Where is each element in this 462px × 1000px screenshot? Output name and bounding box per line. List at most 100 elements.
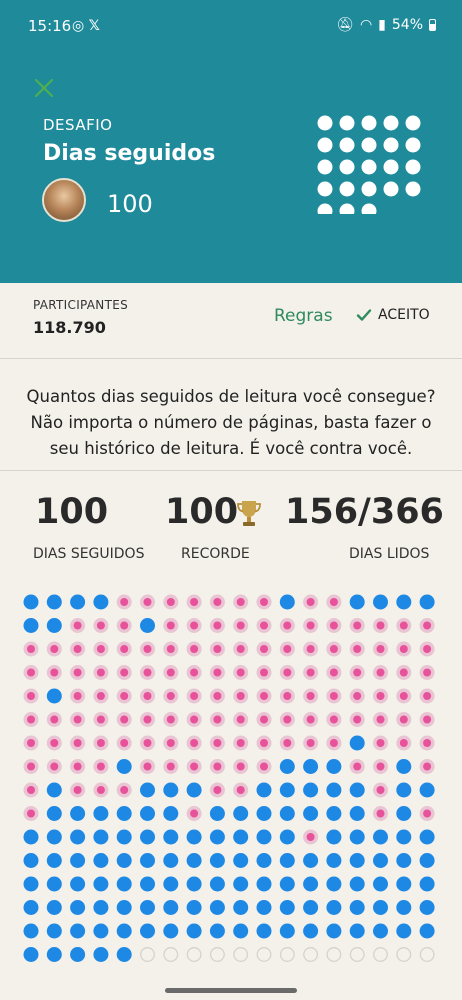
day-read-dot[interactable] bbox=[396, 853, 412, 868]
day-read-dot[interactable] bbox=[419, 900, 435, 915]
day-read-dot[interactable] bbox=[396, 782, 412, 798]
day-read-dot[interactable] bbox=[209, 900, 225, 915]
day-missed-dot[interactable] bbox=[303, 641, 319, 657]
day-read-dot[interactable] bbox=[279, 876, 295, 892]
day-read-dot[interactable] bbox=[116, 853, 132, 868]
day-missed-dot[interactable] bbox=[279, 665, 295, 680]
day-missed-dot[interactable] bbox=[349, 712, 365, 727]
day-missed-dot[interactable] bbox=[93, 735, 109, 751]
day-read-dot[interactable] bbox=[303, 853, 319, 868]
day-missed-dot[interactable] bbox=[186, 618, 202, 633]
day-missed-dot[interactable] bbox=[303, 618, 319, 633]
day-missed-dot[interactable] bbox=[163, 594, 179, 610]
day-read-dot[interactable] bbox=[349, 594, 365, 610]
close-button[interactable] bbox=[32, 76, 56, 100]
day-missed-dot[interactable] bbox=[256, 688, 272, 704]
day-read-dot[interactable] bbox=[233, 876, 249, 892]
day-read-dot[interactable] bbox=[349, 829, 365, 845]
day-missed-dot[interactable] bbox=[326, 735, 342, 751]
day-read-dot[interactable] bbox=[396, 923, 412, 939]
day-missed-dot[interactable] bbox=[419, 712, 435, 727]
day-missed-dot[interactable] bbox=[256, 594, 272, 610]
day-missed-dot[interactable] bbox=[396, 712, 412, 727]
day-read-dot[interactable] bbox=[46, 829, 62, 845]
day-missed-dot[interactable] bbox=[256, 759, 272, 774]
day-read-dot[interactable] bbox=[209, 806, 225, 821]
day-missed-dot[interactable] bbox=[163, 759, 179, 774]
day-missed-dot[interactable] bbox=[23, 688, 39, 704]
day-read-dot[interactable] bbox=[186, 782, 202, 798]
day-missed-dot[interactable] bbox=[233, 618, 249, 633]
day-missed-dot[interactable] bbox=[279, 735, 295, 751]
day-missed-dot[interactable] bbox=[326, 688, 342, 704]
day-missed-dot[interactable] bbox=[23, 665, 39, 680]
day-read-dot[interactable] bbox=[163, 900, 179, 915]
day-missed-dot[interactable] bbox=[209, 665, 225, 680]
day-missed-dot[interactable] bbox=[326, 618, 342, 633]
day-read-dot[interactable] bbox=[163, 853, 179, 868]
day-read-dot[interactable] bbox=[46, 782, 62, 798]
day-missed-dot[interactable] bbox=[373, 665, 388, 680]
day-missed-dot[interactable] bbox=[116, 594, 132, 610]
day-read-dot[interactable] bbox=[186, 923, 202, 939]
day-read-dot[interactable] bbox=[279, 900, 295, 915]
day-read-dot[interactable] bbox=[140, 782, 155, 798]
day-missed-dot[interactable] bbox=[186, 759, 202, 774]
day-missed-dot[interactable] bbox=[233, 782, 249, 798]
day-read-dot[interactable] bbox=[23, 876, 39, 892]
day-missed-dot[interactable] bbox=[303, 735, 319, 751]
day-read-dot[interactable] bbox=[349, 735, 365, 751]
day-read-dot[interactable] bbox=[419, 829, 435, 845]
day-read-dot[interactable] bbox=[209, 876, 225, 892]
day-read-dot[interactable] bbox=[303, 900, 319, 915]
day-missed-dot[interactable] bbox=[349, 641, 365, 657]
day-read-dot[interactable] bbox=[93, 900, 109, 915]
day-missed-dot[interactable] bbox=[396, 618, 412, 633]
day-missed-dot[interactable] bbox=[116, 782, 132, 798]
day-missed-dot[interactable] bbox=[186, 806, 202, 821]
day-read-dot[interactable] bbox=[349, 876, 365, 892]
day-missed-dot[interactable] bbox=[209, 688, 225, 704]
day-missed-dot[interactable] bbox=[186, 665, 202, 680]
day-read-dot[interactable] bbox=[396, 594, 412, 610]
day-missed-dot[interactable] bbox=[209, 782, 225, 798]
day-missed-dot[interactable] bbox=[233, 712, 249, 727]
day-read-dot[interactable] bbox=[70, 876, 86, 892]
day-missed-dot[interactable] bbox=[46, 712, 62, 727]
day-missed-dot[interactable] bbox=[349, 618, 365, 633]
day-read-dot[interactable] bbox=[70, 853, 86, 868]
day-missed-dot[interactable] bbox=[256, 641, 272, 657]
day-read-dot[interactable] bbox=[256, 782, 272, 798]
day-read-dot[interactable] bbox=[279, 759, 295, 774]
day-read-dot[interactable] bbox=[93, 947, 109, 962]
day-read-dot[interactable] bbox=[116, 900, 132, 915]
day-read-dot[interactable] bbox=[233, 923, 249, 939]
day-missed-dot[interactable] bbox=[209, 594, 225, 610]
day-read-dot[interactable] bbox=[326, 759, 342, 774]
day-missed-dot[interactable] bbox=[70, 665, 86, 680]
day-missed-dot[interactable] bbox=[186, 594, 202, 610]
day-read-dot[interactable] bbox=[256, 876, 272, 892]
day-missed-dot[interactable] bbox=[140, 594, 155, 610]
day-missed-dot[interactable] bbox=[233, 688, 249, 704]
day-missed-dot[interactable] bbox=[163, 618, 179, 633]
day-missed-dot[interactable] bbox=[186, 712, 202, 727]
day-missed-dot[interactable] bbox=[373, 618, 388, 633]
day-missed-dot[interactable] bbox=[93, 759, 109, 774]
day-read-dot[interactable] bbox=[373, 876, 388, 892]
day-missed-dot[interactable] bbox=[279, 712, 295, 727]
day-read-dot[interactable] bbox=[209, 829, 225, 845]
day-read-dot[interactable] bbox=[349, 806, 365, 821]
day-missed-dot[interactable] bbox=[70, 641, 86, 657]
day-read-dot[interactable] bbox=[23, 900, 39, 915]
day-read-dot[interactable] bbox=[23, 923, 39, 939]
day-read-dot[interactable] bbox=[326, 876, 342, 892]
day-missed-dot[interactable] bbox=[70, 688, 86, 704]
day-missed-dot[interactable] bbox=[116, 641, 132, 657]
day-read-dot[interactable] bbox=[186, 829, 202, 845]
day-read-dot[interactable] bbox=[163, 876, 179, 892]
day-read-dot[interactable] bbox=[93, 876, 109, 892]
day-missed-dot[interactable] bbox=[256, 618, 272, 633]
day-read-dot[interactable] bbox=[140, 876, 155, 892]
day-read-dot[interactable] bbox=[186, 876, 202, 892]
